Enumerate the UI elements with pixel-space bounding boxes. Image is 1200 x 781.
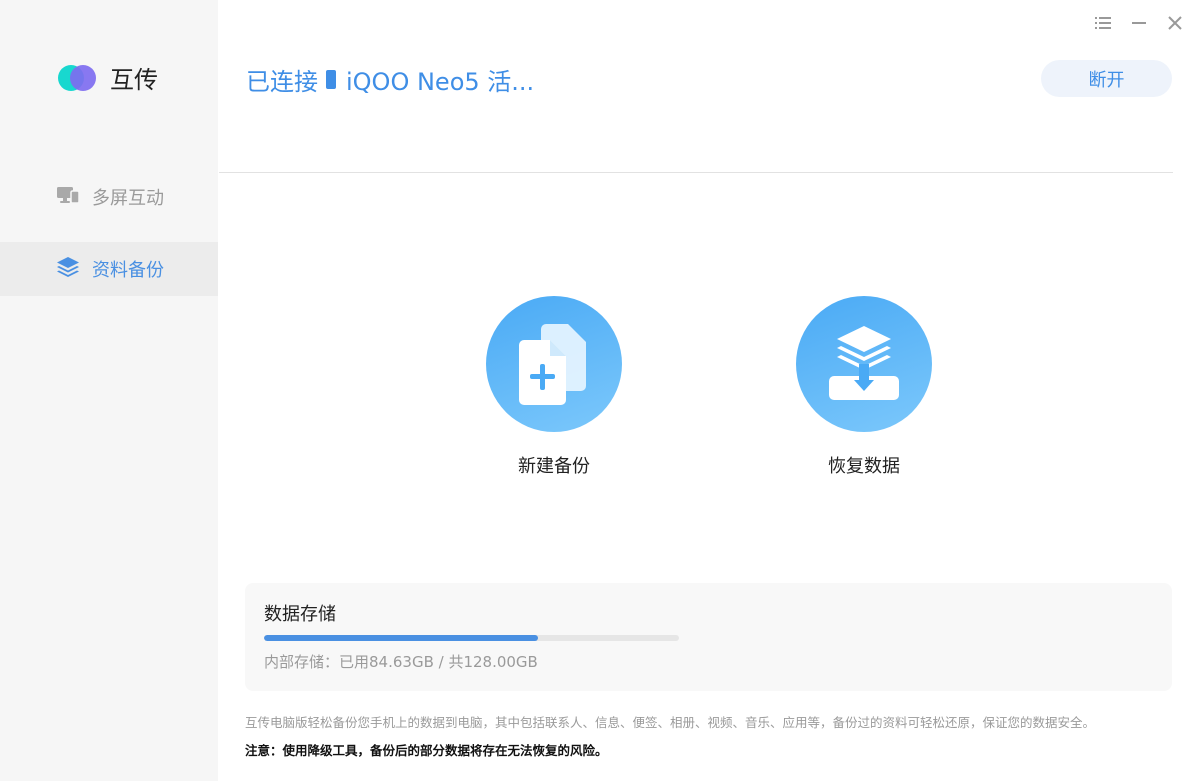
new-backup-icon <box>486 296 622 432</box>
app-name: 互传 <box>110 66 158 94</box>
storage-detail: 内部存储：已用84.63GB / 共128.00GB <box>264 653 538 671</box>
restore-data-button[interactable]: 恢复数据 <box>796 296 932 478</box>
sidebar: 互传 多屏互动 资料备份 <box>0 0 218 781</box>
menu-icon[interactable] <box>1092 12 1114 34</box>
app-logo-icon <box>56 63 100 93</box>
phone-icon <box>326 70 336 89</box>
sidebar-item-label: 资料备份 <box>92 260 164 281</box>
new-backup-label: 新建备份 <box>518 456 590 477</box>
storage-title: 数据存储 <box>264 604 336 625</box>
new-backup-button[interactable]: 新建备份 <box>486 296 622 478</box>
sidebar-item-multiscreen[interactable]: 多屏互动 <box>0 170 218 224</box>
warning-text: 注意：使用降级工具，备份后的部分数据将存在无法恢复的风险。 <box>245 743 608 758</box>
window-controls <box>1078 12 1186 34</box>
restore-data-label: 恢复数据 <box>828 456 900 477</box>
sidebar-item-backup[interactable]: 资料备份 <box>0 242 218 296</box>
brand: 互传 <box>56 60 158 95</box>
minimize-icon[interactable] <box>1128 12 1150 34</box>
layers-icon <box>56 256 80 282</box>
connection-status: 已连接 iQOO Neo5 活... <box>246 62 534 97</box>
disconnect-button[interactable]: 断开 <box>1041 60 1172 97</box>
storage-progress-bar <box>264 635 679 641</box>
monitor-phone-icon <box>56 185 80 209</box>
backup-info-text: 互传电脑版轻松备份您手机上的数据到电脑，其中包括联系人、信息、便签、相册、视频、… <box>245 715 1096 730</box>
connection-label: 已连接 <box>246 68 318 96</box>
close-icon[interactable] <box>1164 12 1186 34</box>
header-divider <box>219 172 1173 173</box>
restore-data-icon <box>796 296 932 432</box>
device-name: iQOO Neo5 活... <box>346 68 535 96</box>
storage-card: 数据存储 内部存储：已用84.63GB / 共128.00GB <box>245 583 1172 691</box>
storage-progress-fill <box>264 635 539 641</box>
sidebar-item-label: 多屏互动 <box>92 188 164 209</box>
